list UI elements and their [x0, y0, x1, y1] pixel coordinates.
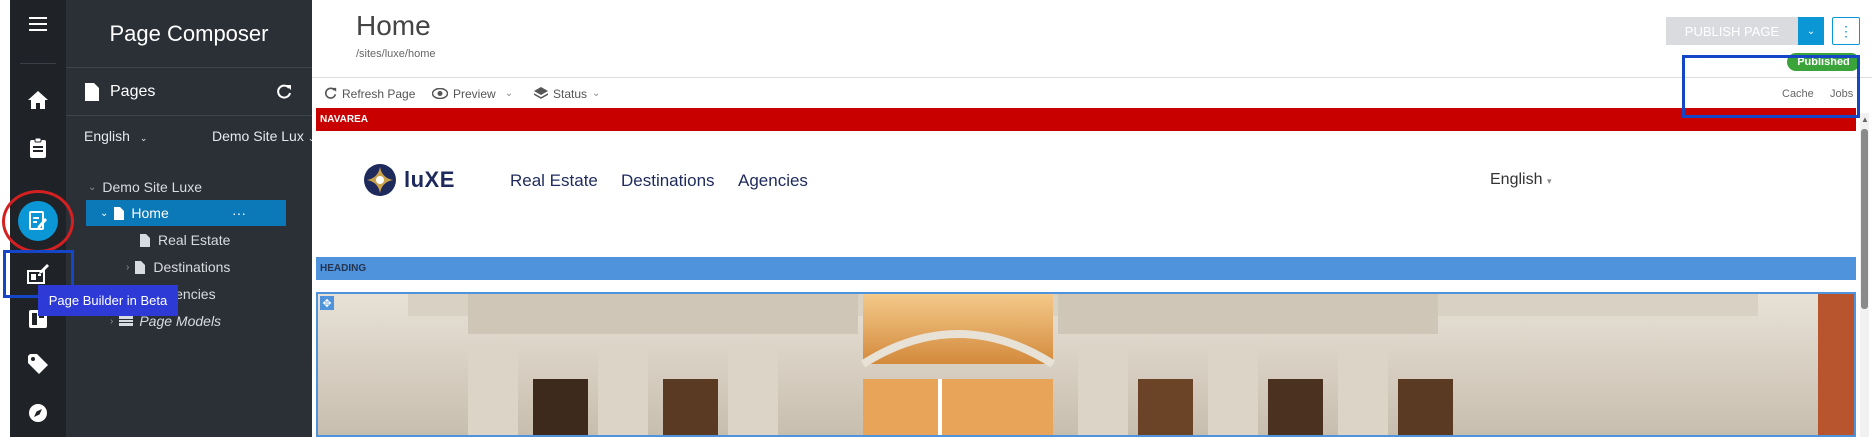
tree-item-label: Demo Site Luxe [102, 179, 202, 195]
chevron-down-icon: ⌄ [139, 133, 148, 143]
site-language-selector[interactable]: English ▾ [1490, 171, 1551, 189]
main-content: Home /sites/luxe/home PUBLISH PAGE ⌄ ⋮ P… [312, 0, 1872, 437]
file-icon [140, 233, 150, 247]
status-label: Status [553, 86, 588, 101]
chevron-down-icon: ⌄ [592, 88, 601, 99]
scroll-thumb[interactable] [1861, 129, 1868, 309]
chevron-right-icon: › [126, 261, 130, 273]
hamburger-menu-button[interactable] [10, 0, 66, 48]
luxe-logo-icon [364, 164, 396, 196]
navarea-bar[interactable]: NAVAREA [316, 108, 1856, 131]
page-path: /sites/luxe/home [356, 48, 436, 60]
refresh-page-button[interactable]: Refresh Page [324, 78, 415, 109]
tree-item-destinations[interactable]: › Destinations [126, 254, 230, 280]
chevron-down-icon: ⌄ [88, 181, 97, 193]
explore-button[interactable] [10, 389, 66, 437]
compass-icon [29, 404, 47, 422]
hamburger-icon [29, 17, 47, 31]
tree-item-demo-site-luxe[interactable]: ⌄ Demo Site Luxe [88, 174, 202, 200]
file-icon [135, 260, 146, 274]
building-facade-image [318, 294, 1854, 435]
publish-options-button[interactable]: ⌄ [1798, 17, 1824, 45]
tag-icon [28, 354, 48, 374]
language-site-row: English ⌄ Demo Site Lux ⌄ [66, 120, 315, 154]
tree-item-home[interactable]: ⌄ Home ··· [86, 200, 286, 226]
chevron-right-icon: › [110, 315, 114, 327]
preview-button[interactable]: Preview ⌄ [432, 78, 513, 109]
tree-item-label: Real Estate [158, 232, 231, 248]
nav-link-agencies[interactable]: Agencies [738, 171, 808, 191]
file-icon [85, 83, 99, 101]
status-dropdown[interactable]: Status ⌄ [534, 78, 600, 109]
home-button[interactable] [10, 76, 66, 124]
move-icon[interactable]: ✥ [320, 296, 334, 310]
nav-link-destinations[interactable]: Destinations [621, 171, 715, 191]
pages-label: Pages [110, 83, 156, 100]
site-dropdown-label: Demo Site Lux [212, 128, 304, 144]
preview-scrollbar[interactable]: ▲ [1860, 113, 1869, 437]
preview-label: Preview [453, 86, 496, 101]
home-icon [28, 91, 48, 109]
chevron-down-icon: ▾ [1546, 176, 1552, 186]
page-composer-sidebar: Page Composer Pages English ⌄ Demo Site … [66, 0, 315, 437]
clipboard-icon [30, 138, 46, 158]
tree-item-label: Home [131, 205, 169, 221]
tree-item-real-estate[interactable]: Real Estate [140, 227, 230, 253]
chevron-down-icon: ⌄ [1806, 25, 1816, 37]
eye-icon [432, 88, 448, 99]
scroll-up-icon[interactable]: ▲ [1861, 115, 1869, 124]
chevron-down-icon: ⌄ [100, 207, 109, 219]
kebab-icon: ⋮ [1839, 22, 1853, 39]
pages-header: Pages [66, 70, 312, 116]
tags-button[interactable] [10, 340, 66, 388]
annotation-circle-page-composer [2, 190, 74, 253]
template-icon [119, 316, 134, 326]
rail-divider [20, 63, 56, 64]
content-button[interactable] [10, 124, 66, 172]
hero-image[interactable]: ✥ [316, 292, 1856, 437]
page-builder-tooltip: Page Builder in Beta [38, 285, 178, 316]
language-dropdown[interactable]: English ⌄ [84, 128, 147, 144]
site-logo[interactable]: luXE [364, 164, 455, 196]
site-language-label: English [1490, 171, 1543, 188]
language-dropdown-label: English [84, 128, 130, 144]
nav-link-real-estate[interactable]: Real Estate [510, 171, 598, 191]
annotation-box-cache-jobs [1682, 55, 1860, 118]
refresh-icon [324, 87, 337, 99]
refresh-tree-icon[interactable] [276, 84, 292, 100]
site-dropdown[interactable]: Demo Site Lux ⌄ [212, 128, 315, 144]
refresh-page-label: Refresh Page [342, 86, 416, 101]
tree-item-label: Destinations [153, 259, 231, 275]
page-preview: NAVAREA luXE Real Estate Destinations Ag… [316, 108, 1856, 437]
chevron-down-icon: ⌄ [504, 88, 514, 99]
publish-page-label: PUBLISH PAGE [1684, 23, 1780, 39]
page-toolbar: Refresh Page Preview ⌄ Status ⌄ Cache Jo… [312, 77, 1872, 108]
page-actions-button[interactable]: ⋮ [1832, 17, 1860, 45]
logo-text: luXE [404, 167, 455, 192]
sidebar-title: Page Composer [66, 0, 312, 68]
heading-bar[interactable]: HEADING [316, 257, 1856, 280]
app-window: Page Composer Pages English ⌄ Demo Site … [0, 0, 1872, 437]
layers-icon [534, 87, 548, 99]
page-title: Home [356, 10, 431, 41]
site-header: luXE Real Estate Destinations Agencies E… [316, 131, 1856, 244]
file-icon [114, 206, 125, 220]
more-options-icon[interactable]: ··· [232, 205, 246, 221]
